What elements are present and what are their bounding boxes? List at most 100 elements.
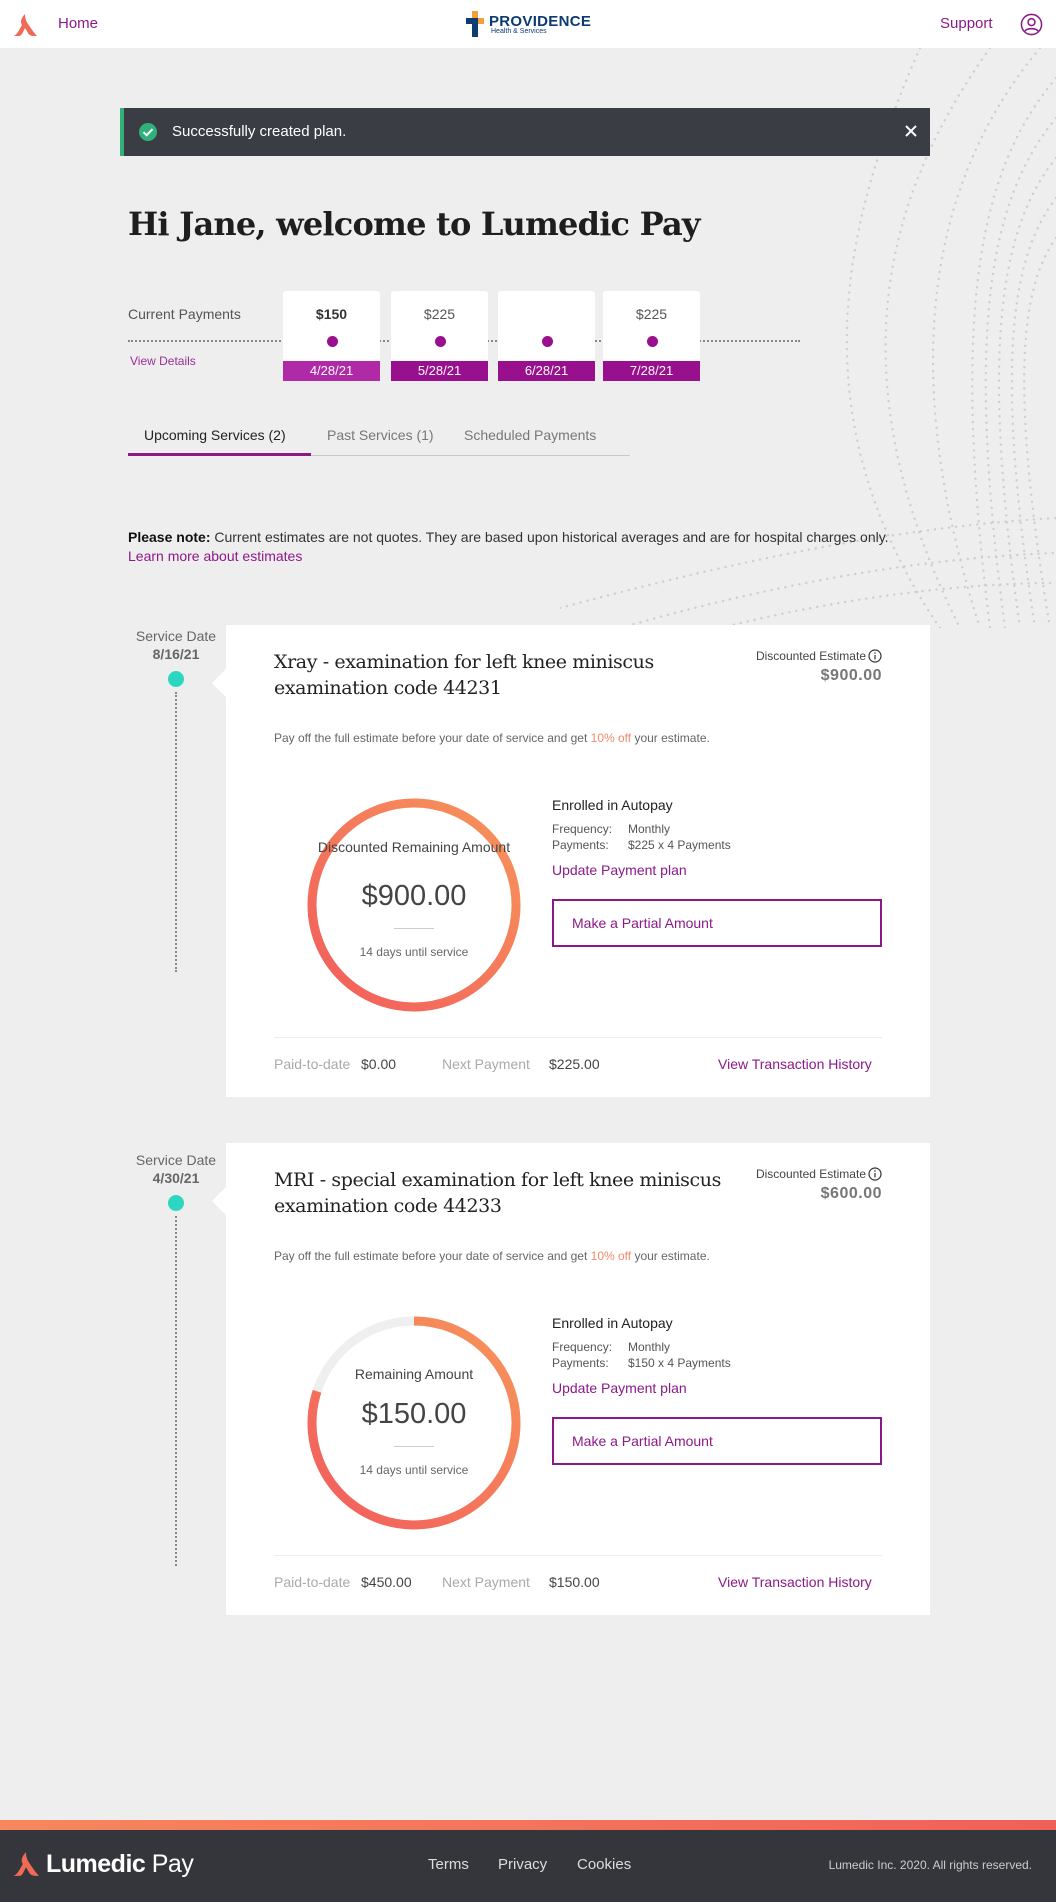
promo-discount: 10% off	[590, 731, 632, 745]
footer-brand: Lumedic Pay	[46, 1850, 194, 1879]
view-details-link[interactable]: View Details	[130, 354, 196, 368]
next-payment-value: $225.00	[549, 1056, 600, 1072]
welcome-heading: Hi Jane, welcome to Lumedic Pay	[128, 205, 701, 243]
promo-text-before: Pay off the full estimate before your da…	[274, 1249, 591, 1263]
service-date-label: Service Date 8/16/21	[126, 627, 226, 663]
payment-amount: $225	[635, 306, 668, 322]
brand-tagline: Health & Services	[491, 28, 547, 35]
payments-key: Payments:	[552, 838, 609, 852]
payment-card[interactable]: $225 5/28/21	[391, 291, 488, 381]
payment-card[interactable]: $225 7/28/21	[603, 291, 700, 381]
user-circle-icon[interactable]	[1020, 13, 1043, 36]
estimate-label-text: Discounted Estimate	[755, 1167, 866, 1181]
update-payment-plan-link[interactable]: Update Payment plan	[552, 862, 687, 878]
promo-discount: 10% off	[590, 1249, 632, 1263]
toast-message: Successfully created plan.	[172, 123, 347, 140]
footer-link-privacy[interactable]: Privacy	[498, 1856, 547, 1873]
ring-amount: $150.00	[361, 1398, 467, 1430]
payment-marker	[541, 336, 553, 347]
timeline-dot	[168, 1195, 184, 1211]
active-tab-indicator	[128, 453, 311, 456]
make-partial-amount-button[interactable]: Make a Partial Amount	[552, 899, 882, 947]
lumedic-logo-icon[interactable]	[12, 12, 38, 38]
frequency-value: Monthly	[628, 822, 671, 836]
payment-card[interactable]: $150 4/28/21	[283, 291, 380, 381]
timeline-line	[175, 1216, 177, 1566]
paid-to-date-value: $450.00	[361, 1574, 412, 1590]
service-card: Xray - examination for left knee miniscu…	[212, 625, 930, 1097]
frequency-value: Monthly	[628, 1340, 671, 1354]
ring-divider	[394, 928, 434, 929]
card-pointer	[212, 1187, 226, 1215]
services-tabs: Upcoming Services (2) Past Services (1) …	[128, 427, 630, 456]
card-divider	[274, 1037, 882, 1038]
payment-date: 6/28/21	[498, 361, 595, 381]
payment-marker	[326, 336, 338, 347]
tab-past-services[interactable]: Past Services (1)	[327, 427, 434, 443]
info-icon[interactable]	[868, 649, 882, 663]
tab-scheduled-payments[interactable]: Scheduled Payments	[464, 427, 596, 443]
paid-to-date-value: $0.00	[361, 1056, 397, 1072]
estimate-value: $900.00	[820, 667, 882, 684]
promo-text-after: your estimate.	[631, 731, 710, 745]
info-icon[interactable]	[868, 1167, 882, 1181]
promo-text: Pay off the full estimate before your da…	[274, 1249, 710, 1263]
service-card: MRI - special examination for left knee …	[212, 1143, 930, 1615]
estimate-label-text: Discounted Estimate	[755, 649, 866, 663]
service-date-caption: Service Date	[135, 1152, 217, 1168]
frequency-key: Frequency:	[552, 822, 613, 836]
payment-date: 5/28/21	[391, 361, 488, 381]
remaining-amount-ring: Remaining Amount $150.00 14 days until s…	[304, 1313, 524, 1533]
check-circle-icon	[139, 123, 157, 141]
payment-date: 4/28/21	[283, 361, 380, 381]
service-title: MRI - special examination for left knee …	[274, 1169, 721, 1217]
payments-key: Payments:	[552, 1356, 609, 1370]
payment-marker	[646, 336, 658, 347]
home-link[interactable]: Home	[58, 15, 98, 32]
autopay-title: Enrolled in Autopay	[552, 1315, 673, 1331]
update-payment-plan-link[interactable]: Update Payment plan	[552, 1380, 687, 1396]
remaining-amount-ring: Discounted Remaining Amount $900.00 14 d…	[304, 795, 524, 1015]
success-toast: Successfully created plan.	[120, 108, 930, 156]
timeline-line	[175, 692, 177, 972]
payment-amount: $150	[315, 306, 348, 322]
top-navigation-bar: Home PROVIDENCE Health & Services Suppor…	[0, 0, 1056, 48]
view-transaction-history-link[interactable]: View Transaction History	[718, 1056, 872, 1072]
estimate-label: Discounted Estimate	[756, 649, 882, 663]
footer-link-cookies[interactable]: Cookies	[577, 1856, 631, 1873]
copyright-text: Lumedic Inc. 2020. All rights reserved.	[828, 1858, 1032, 1872]
learn-more-estimates-link[interactable]: Learn more about estimates	[128, 548, 302, 564]
footer-link-terms[interactable]: Terms	[428, 1856, 469, 1873]
page-footer: Lumedic Pay Terms Privacy Cookies Lumedi…	[0, 1830, 1056, 1902]
service-date-value: 4/30/21	[152, 1170, 200, 1186]
ring-label: Remaining Amount	[354, 1366, 474, 1382]
lumedic-logo-icon	[13, 1852, 39, 1876]
promo-text-after: your estimate.	[631, 1249, 710, 1263]
current-payments-label: Current Payments	[128, 306, 241, 322]
service-date-label: Service Date 4/30/21	[126, 1151, 226, 1187]
estimate-value: $600.00	[820, 1185, 882, 1202]
tab-upcoming-services[interactable]: Upcoming Services (2)	[144, 427, 286, 443]
note-bold-prefix: Please note:	[128, 529, 211, 545]
support-link[interactable]: Support	[940, 15, 993, 32]
service-date-caption: Service Date	[135, 628, 217, 644]
card-pointer	[212, 669, 226, 697]
make-partial-amount-button[interactable]: Make a Partial Amount	[552, 1417, 882, 1465]
frequency-key: Frequency:	[552, 1340, 613, 1354]
paid-to-date-key: Paid-to-date	[274, 1574, 351, 1590]
promo-text-before: Pay off the full estimate before your da…	[274, 731, 591, 745]
footer-brand-light: Pay	[145, 1850, 194, 1878]
footer-accent-stripe	[0, 1820, 1056, 1830]
promo-text: Pay off the full estimate before your da…	[274, 731, 710, 745]
estimate-label: Discounted Estimate	[756, 1167, 882, 1181]
view-transaction-history-link[interactable]: View Transaction History	[718, 1574, 872, 1590]
note-text: Current estimates are not quotes. They a…	[210, 529, 889, 545]
payments-value: $150 x 4 Payments	[628, 1356, 731, 1370]
close-icon[interactable]	[900, 120, 922, 142]
payment-card[interactable]: 6/28/21	[498, 291, 595, 381]
service-title: Xray - examination for left knee miniscu…	[274, 651, 654, 699]
paid-to-date-key: Paid-to-date	[274, 1056, 351, 1072]
card-divider	[274, 1555, 882, 1556]
ring-amount: $900.00	[361, 880, 467, 912]
ring-divider	[394, 1446, 434, 1447]
